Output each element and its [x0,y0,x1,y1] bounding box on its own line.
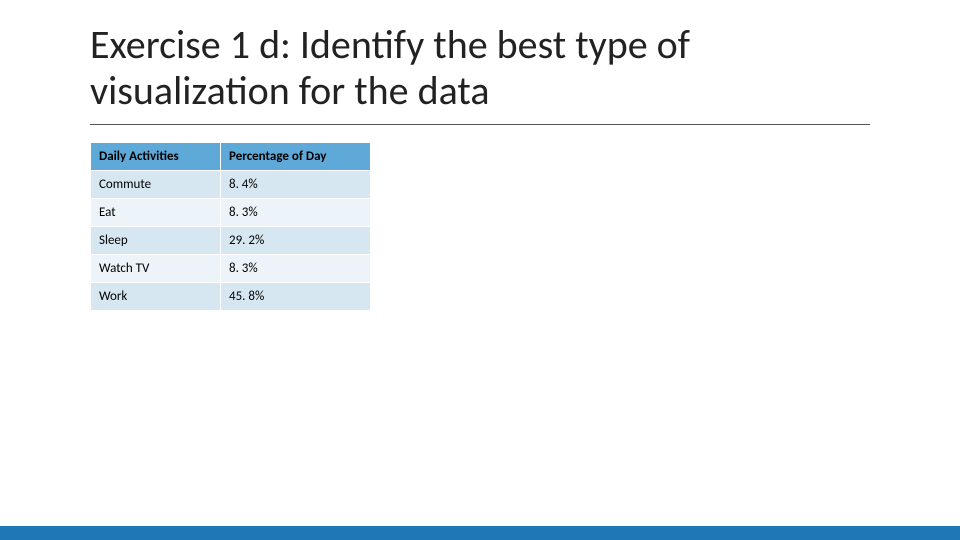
column-header-percent: Percentage of Day [221,143,371,171]
table-row: Watch TV 8. 3% [91,255,371,283]
column-header-activity: Daily Activities [91,143,221,171]
table-row: Sleep 29. 2% [91,227,371,255]
table-row: Work 45. 8% [91,283,371,311]
cell-percent: 8. 3% [221,255,371,283]
title-underline [90,124,870,125]
cell-percent: 45. 8% [221,283,371,311]
cell-percent: 8. 4% [221,171,371,199]
cell-activity: Work [91,283,221,311]
cell-percent: 29. 2% [221,227,371,255]
table-header-row: Daily Activities Percentage of Day [91,143,371,171]
cell-activity: Watch TV [91,255,221,283]
cell-activity: Commute [91,171,221,199]
cell-percent: 8. 3% [221,199,371,227]
table-row: Commute 8. 4% [91,171,371,199]
table-row: Eat 8. 3% [91,199,371,227]
activities-table: Daily Activities Percentage of Day Commu… [90,142,371,311]
slide-title: Exercise 1 d: Identify the best type of … [90,22,890,114]
cell-activity: Eat [91,199,221,227]
slide-accent-band [0,526,960,540]
cell-activity: Sleep [91,227,221,255]
